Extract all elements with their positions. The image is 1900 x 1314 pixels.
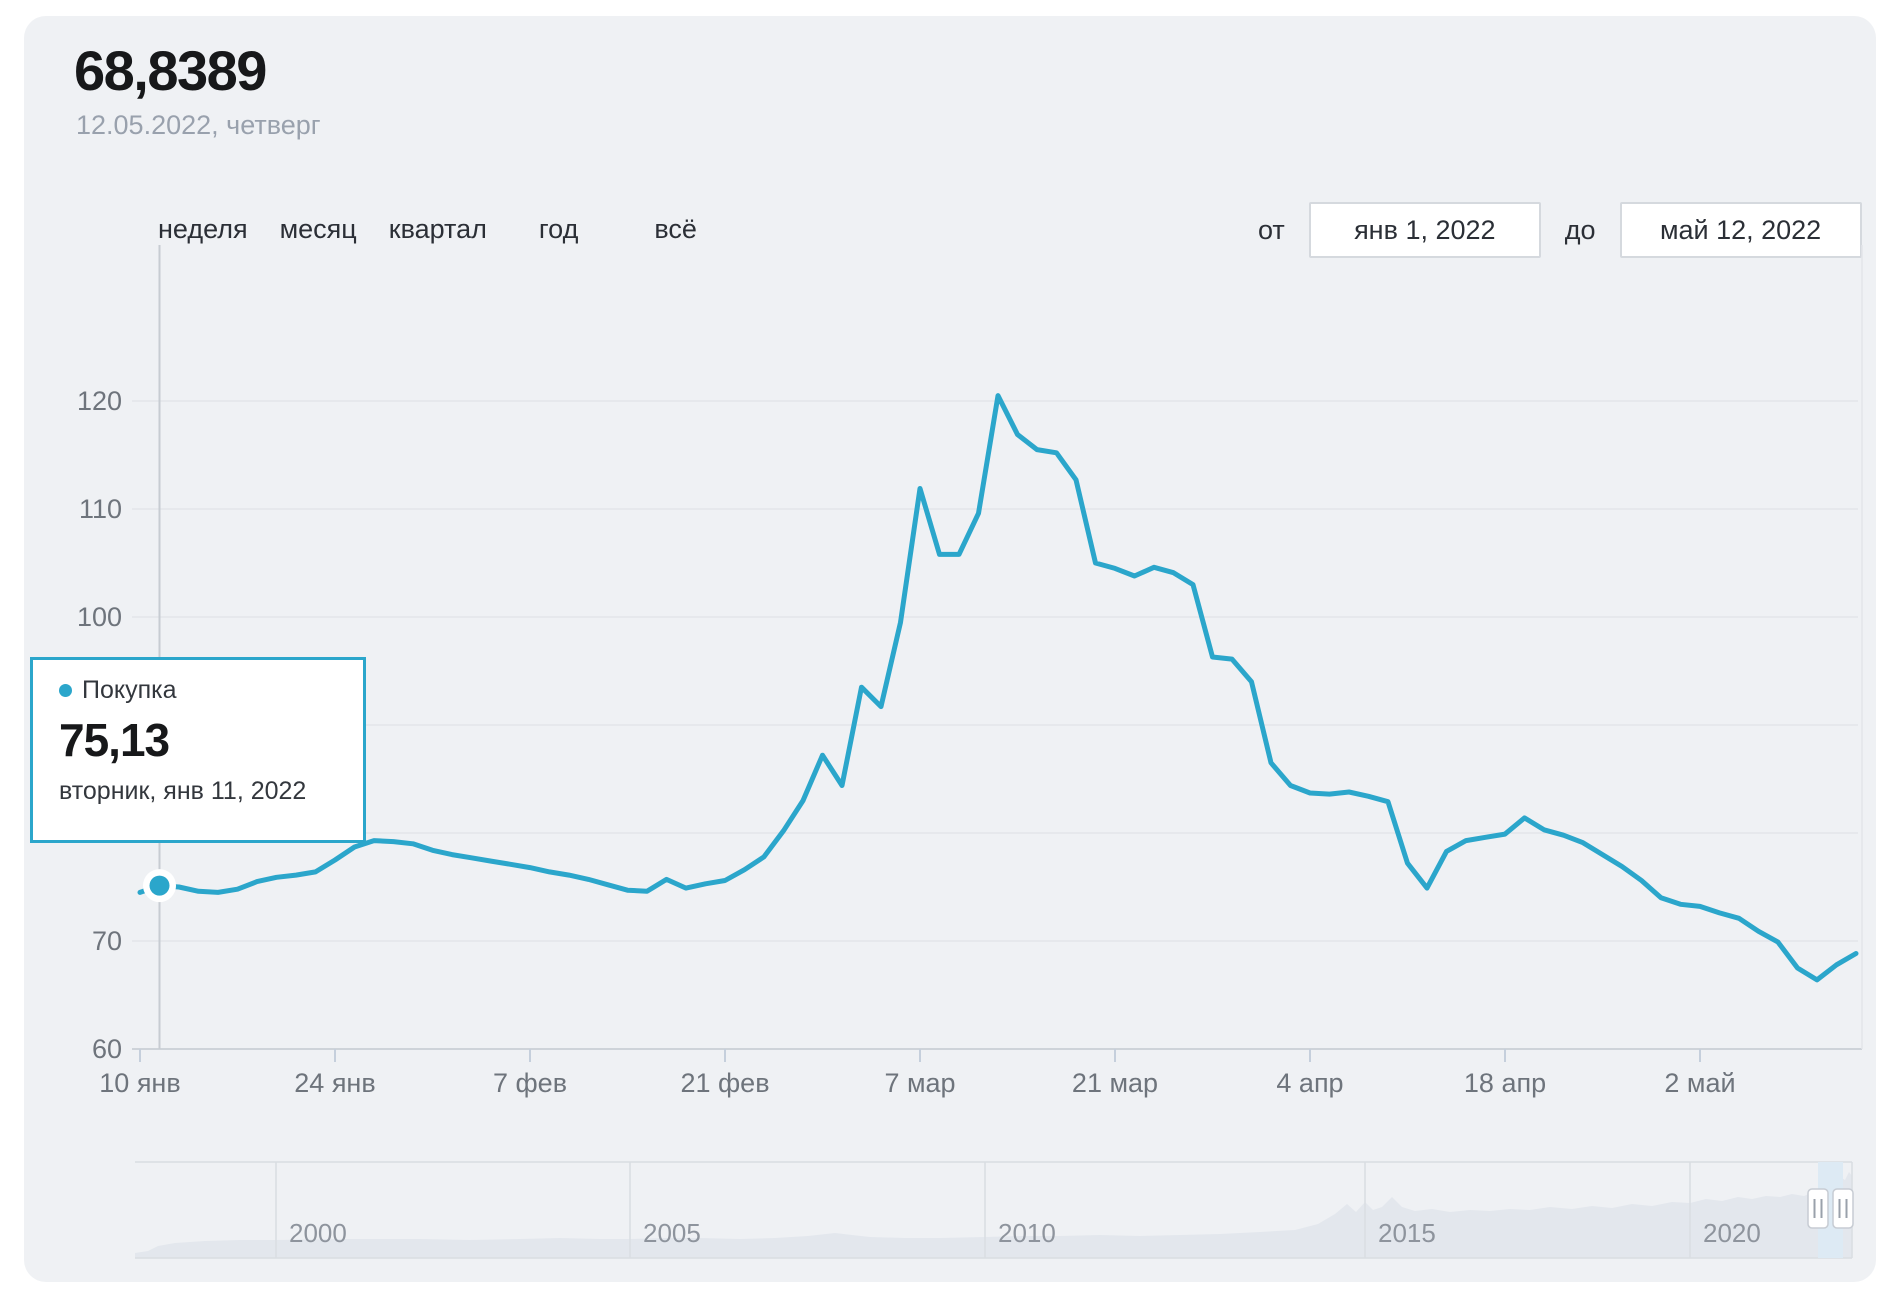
tab-week[interactable]: неделя	[158, 214, 248, 245]
tooltip-date: вторник, янв 11, 2022	[59, 777, 363, 806]
tooltip-value: 75,13	[59, 713, 363, 767]
tab-year[interactable]: год	[539, 214, 578, 245]
date-from-input[interactable]: янв 1, 2022	[1309, 202, 1541, 258]
date-range-controls: от янв 1, 2022 до май 12, 2022	[1258, 202, 1862, 258]
tab-all[interactable]: всё	[654, 214, 697, 245]
period-tabs: неделя месяц квартал год всё	[158, 214, 697, 245]
currency-widget-page: 68,8389 12.05.2022, четверг неделя месяц…	[0, 0, 1900, 1314]
tooltip-series-name: Покупка	[82, 676, 177, 705]
date-to-input[interactable]: май 12, 2022	[1620, 202, 1862, 258]
series-marker-icon	[59, 684, 72, 697]
tooltip-series-row: Покупка	[59, 676, 363, 705]
tab-month[interactable]: месяц	[280, 214, 357, 245]
current-rate: 68,8389	[74, 38, 266, 103]
tab-quarter[interactable]: квартал	[389, 214, 487, 245]
to-label: до	[1565, 215, 1596, 246]
current-date: 12.05.2022, четверг	[76, 110, 321, 141]
from-label: от	[1258, 215, 1285, 246]
point-tooltip: Покупка 75,13 вторник, янв 11, 2022	[30, 657, 366, 843]
